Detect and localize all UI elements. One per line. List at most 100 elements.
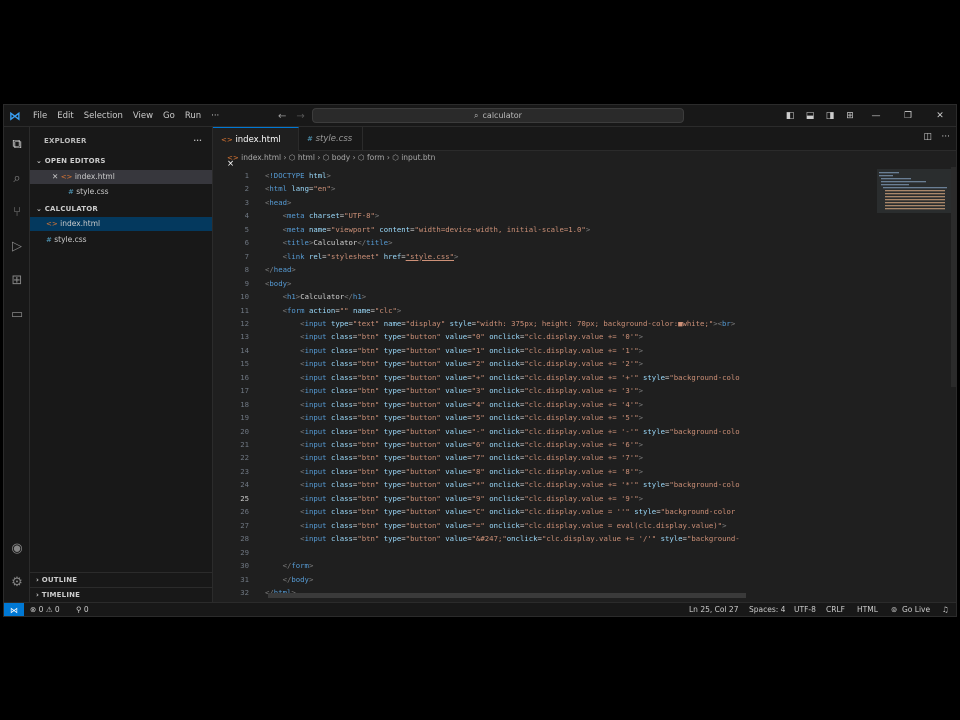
explorer-icon[interactable]: ⧉ <box>7 135 27 155</box>
code-line[interactable]: </body> <box>265 575 314 584</box>
code-line[interactable]: <input class="btn" type="button" value="… <box>265 453 643 462</box>
menu-go[interactable]: Go <box>158 111 180 121</box>
account-icon[interactable]: ◉ <box>7 539 27 559</box>
source-control-icon[interactable]: ⑂ <box>7 203 27 223</box>
indentation[interactable]: Spaces: 4 <box>749 605 785 614</box>
code-line[interactable]: <input class="btn" type="button" value="… <box>265 467 643 476</box>
encoding[interactable]: UTF-8 <box>794 605 816 614</box>
code-line[interactable]: <head> <box>265 198 291 207</box>
open-editors-header[interactable]: ⌄ OPEN EDITORS <box>30 154 212 168</box>
open-editor-index-html[interactable]: ✕ <> index.html <box>30 170 212 184</box>
remote-explorer-icon[interactable]: ▭ <box>7 305 27 325</box>
toggle-secondary-sidebar-icon[interactable]: ◨ <box>820 111 840 121</box>
file-index-html[interactable]: <> index.html <box>30 217 212 231</box>
code-editor[interactable]: 1 <!DOCTYPE html> 2 <html lang="en"> 3 <head>… <box>213 167 873 602</box>
split-editor-icon[interactable]: ◫ <box>923 132 932 142</box>
code-line[interactable]: <input class="btn" type="button" value="… <box>265 521 726 530</box>
code-line[interactable]: <input class="btn" type="button" value="… <box>265 440 643 449</box>
manage-gear-icon[interactable]: ⚙ <box>7 573 27 593</box>
code-line[interactable]: <link rel="stylesheet" href="style.css"> <box>265 252 459 261</box>
more-actions-icon[interactable]: ··· <box>941 132 950 142</box>
code-line[interactable]: <input class="btn" type="button" value="… <box>265 427 740 436</box>
run-debug-icon[interactable]: ▷ <box>7 237 27 257</box>
toggle-panel-icon[interactable]: ⬓ <box>800 111 820 121</box>
code-line[interactable]: <body> <box>265 279 291 288</box>
explorer-more-icon[interactable]: ··· <box>193 134 202 148</box>
code-line[interactable]: <input class="btn" type="button" value="… <box>265 373 740 382</box>
code-line[interactable]: </head> <box>265 265 296 274</box>
remote-indicator-icon[interactable]: ⋈ <box>4 603 24 616</box>
vertical-scrollbar[interactable] <box>951 167 956 387</box>
code-line[interactable]: <input type="text" name="display" style=… <box>265 319 735 328</box>
line-number: 16 <box>240 372 249 382</box>
search-icon: ⌕ <box>474 110 479 120</box>
code-line[interactable]: <meta charset="UTF-8"> <box>265 211 380 220</box>
go-live-icon[interactable]: ⊚ <box>891 605 897 614</box>
code-line[interactable]: <input class="btn" type="button" value="… <box>265 480 740 489</box>
breadcrumb-item[interactable]: body <box>332 153 351 162</box>
code-line[interactable]: <h1>Calculator</h1> <box>265 292 367 301</box>
notifications-bell-icon[interactable]: ♫ <box>942 605 949 614</box>
file-style-css[interactable]: # style.css <box>30 233 212 247</box>
menu-more[interactable]: ··· <box>206 111 224 121</box>
breadcrumb-item[interactable]: form <box>367 153 385 162</box>
problems-indicator[interactable]: ⊗ 0 ⚠ 0 <box>30 605 60 614</box>
css-file-icon: # <box>46 236 52 244</box>
breadcrumb: <> index.html › ⬡ html › ⬡ body › ⬡ form… <box>213 151 956 165</box>
tab-index-html[interactable]: <> index.html × <box>213 127 299 169</box>
code-line[interactable]: <input class="btn" type="button" value="… <box>265 413 643 422</box>
back-arrow-icon[interactable]: ← <box>278 111 286 122</box>
minimize-button[interactable]: — <box>860 111 892 121</box>
code-line[interactable]: <form action="" name="clc"> <box>265 306 402 315</box>
menu-selection[interactable]: Selection <box>79 111 128 121</box>
line-number: 28 <box>240 534 249 544</box>
line-number: 30 <box>240 561 249 571</box>
timeline-header[interactable]: › TIMELINE <box>30 587 212 601</box>
line-ending[interactable]: CRLF <box>826 605 845 614</box>
code-line[interactable]: <title>Calculator</title> <box>265 238 393 247</box>
code-line[interactable]: <html lang="en"> <box>265 184 335 193</box>
close-window-button[interactable]: ✕ <box>924 111 956 121</box>
code-line[interactable]: <input class="btn" type="button" value="… <box>265 386 643 395</box>
folder-header-calculator[interactable]: ⌄ CALCULATOR <box>30 202 212 216</box>
code-line[interactable]: <input class="btn" type="button" value="… <box>265 332 643 341</box>
search-view-icon[interactable]: ⌕ <box>7 169 27 189</box>
restore-button[interactable]: ❐ <box>892 111 924 121</box>
breadcrumb-item[interactable]: input.btn <box>401 153 435 162</box>
code-line[interactable]: <input class="btn" type="button" value="… <box>265 507 735 516</box>
code-line[interactable]: <input class="btn" type="button" value="… <box>265 359 643 368</box>
menu-edit[interactable]: Edit <box>52 111 78 121</box>
toggle-sidebar-icon[interactable]: ◧ <box>780 111 800 121</box>
menu-run[interactable]: Run <box>180 111 206 121</box>
cursor-position[interactable]: Ln 25, Col 27 <box>689 605 738 614</box>
code-line[interactable]: <input class="btn" type="button" value="… <box>265 346 643 355</box>
code-line[interactable]: <input class="btn" type="button" value="… <box>265 534 740 543</box>
customize-layout-icon[interactable]: ⊞ <box>840 111 860 121</box>
html-file-icon: <> <box>46 220 58 228</box>
file-label: style.css <box>54 235 87 244</box>
ports-indicator[interactable]: ⚲ 0 <box>76 605 89 614</box>
close-icon[interactable]: ✕ <box>52 172 58 181</box>
breadcrumb-item[interactable]: html <box>298 153 315 162</box>
outline-header[interactable]: › OUTLINE <box>30 572 212 586</box>
extensions-icon[interactable]: ⊞ <box>7 271 27 291</box>
css-file-icon: # <box>307 135 313 143</box>
code-line[interactable]: <meta name="viewport" content="width=dev… <box>265 225 591 234</box>
menu-file[interactable]: File <box>28 111 52 121</box>
language-mode[interactable]: HTML <box>857 605 878 614</box>
horizontal-scrollbar[interactable] <box>268 593 746 598</box>
code-line[interactable]: <input class="btn" type="button" value="… <box>265 400 643 409</box>
open-editor-style-css[interactable]: # style.css <box>30 185 212 199</box>
line-number: 12 <box>240 318 249 328</box>
breadcrumb-item[interactable]: index.html <box>241 153 281 162</box>
menu-view[interactable]: View <box>128 111 158 121</box>
go-live-button[interactable]: Go Live <box>902 605 930 614</box>
forward-arrow-icon[interactable]: → <box>296 111 304 122</box>
code-line[interactable]: </form> <box>265 561 314 570</box>
element-icon: ⬡ <box>288 153 296 162</box>
minimap[interactable] <box>873 167 956 602</box>
tab-style-css[interactable]: # style.css <box>299 127 363 151</box>
code-line[interactable]: <!DOCTYPE html> <box>265 171 331 180</box>
command-center-search[interactable]: ⌕ calculator <box>312 108 684 123</box>
code-line[interactable]: <input class="btn" type="button" value="… <box>265 494 643 503</box>
